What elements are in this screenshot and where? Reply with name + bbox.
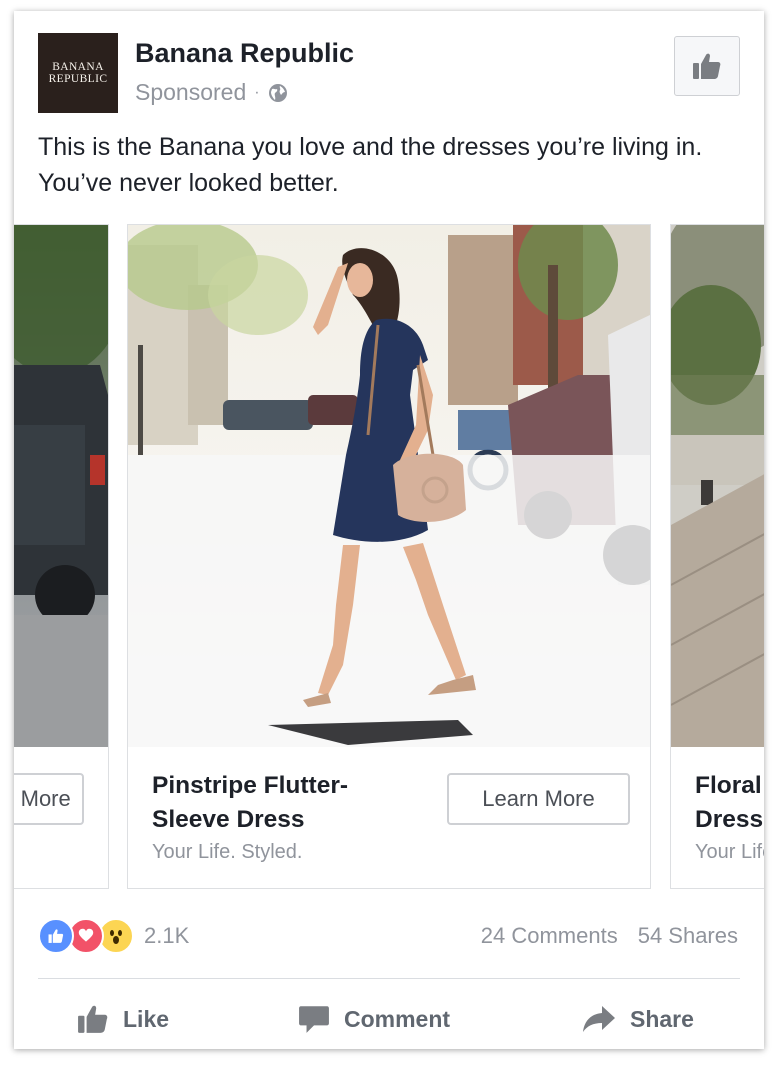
comment-button[interactable]: Comment bbox=[298, 996, 450, 1042]
carousel-subtitle-pinstripe-dress: Your Life. Styled. bbox=[152, 841, 303, 863]
thumbs-up-icon bbox=[693, 53, 721, 79]
logo-text-line2: REPUBLIC bbox=[48, 73, 108, 85]
like-page-button[interactable] bbox=[674, 36, 740, 96]
carousel-image-previous[interactable] bbox=[14, 225, 108, 747]
reactions-summary[interactable]: 2.1K bbox=[38, 918, 189, 954]
page-logo[interactable]: BANANA REPUBLIC bbox=[38, 33, 118, 113]
carousel-image-floral-dress[interactable] bbox=[671, 225, 764, 747]
share-label: Share bbox=[630, 1005, 694, 1032]
separator-dot: · bbox=[254, 83, 260, 101]
sidewalk-photo bbox=[671, 225, 764, 747]
sponsored-text[interactable]: Sponsored bbox=[135, 79, 246, 106]
carousel-card-floral-dress[interactable]: Floral Dress Your Life. Styled. bbox=[670, 224, 764, 889]
action-bar: Like Comment Share bbox=[14, 996, 764, 1046]
thumbs-up-icon bbox=[78, 1005, 108, 1033]
carousel-title-floral-dress[interactable]: Floral Dress bbox=[695, 769, 764, 837]
post-text: This is the Banana you love and the dres… bbox=[38, 133, 703, 197]
like-button[interactable]: Like bbox=[77, 996, 169, 1042]
globe-icon bbox=[268, 83, 287, 102]
woman-in-dress-photo bbox=[128, 225, 650, 747]
street-car-image bbox=[14, 225, 108, 747]
shares-count[interactable]: 54 Shares bbox=[638, 923, 738, 949]
comment-icon bbox=[299, 1006, 329, 1033]
actions-divider bbox=[38, 978, 740, 979]
carousel[interactable]: Learn More bbox=[14, 224, 764, 889]
carousel-card-previous[interactable]: Learn More bbox=[14, 224, 109, 889]
share-button[interactable]: Share bbox=[582, 996, 694, 1042]
carousel-subtitle-floral-dress: Your Life. Styled. bbox=[695, 841, 764, 863]
carousel-image-pinstripe-dress[interactable] bbox=[128, 225, 650, 747]
logo-text-line1: BANANA bbox=[52, 61, 104, 73]
page-name[interactable]: Banana Republic bbox=[135, 38, 354, 69]
carousel-title-pinstripe-dress[interactable]: Pinstripe Flutter-Sleeve Dress bbox=[152, 769, 422, 837]
like-reaction-icon bbox=[38, 918, 74, 954]
like-label: Like bbox=[123, 1005, 170, 1032]
comment-label: Comment bbox=[344, 1005, 451, 1032]
carousel-card-pinstripe-dress[interactable]: Pinstripe Flutter-Sleeve Dress Your Life… bbox=[127, 224, 651, 889]
engagement-stats: 24 Comments 54 Shares bbox=[481, 923, 738, 949]
learn-more-button-previous[interactable]: Learn More bbox=[14, 773, 84, 825]
sponsored-label: Sponsored · bbox=[135, 79, 288, 106]
learn-more-button-pinstripe-dress[interactable]: Learn More bbox=[447, 773, 630, 825]
share-arrow-icon bbox=[583, 1006, 615, 1032]
comments-count[interactable]: 24 Comments bbox=[481, 923, 618, 949]
sponsored-post-card: BANANA REPUBLIC Banana Republic Sponsore… bbox=[14, 11, 764, 1049]
reactions-count[interactable]: 2.1K bbox=[144, 923, 189, 949]
